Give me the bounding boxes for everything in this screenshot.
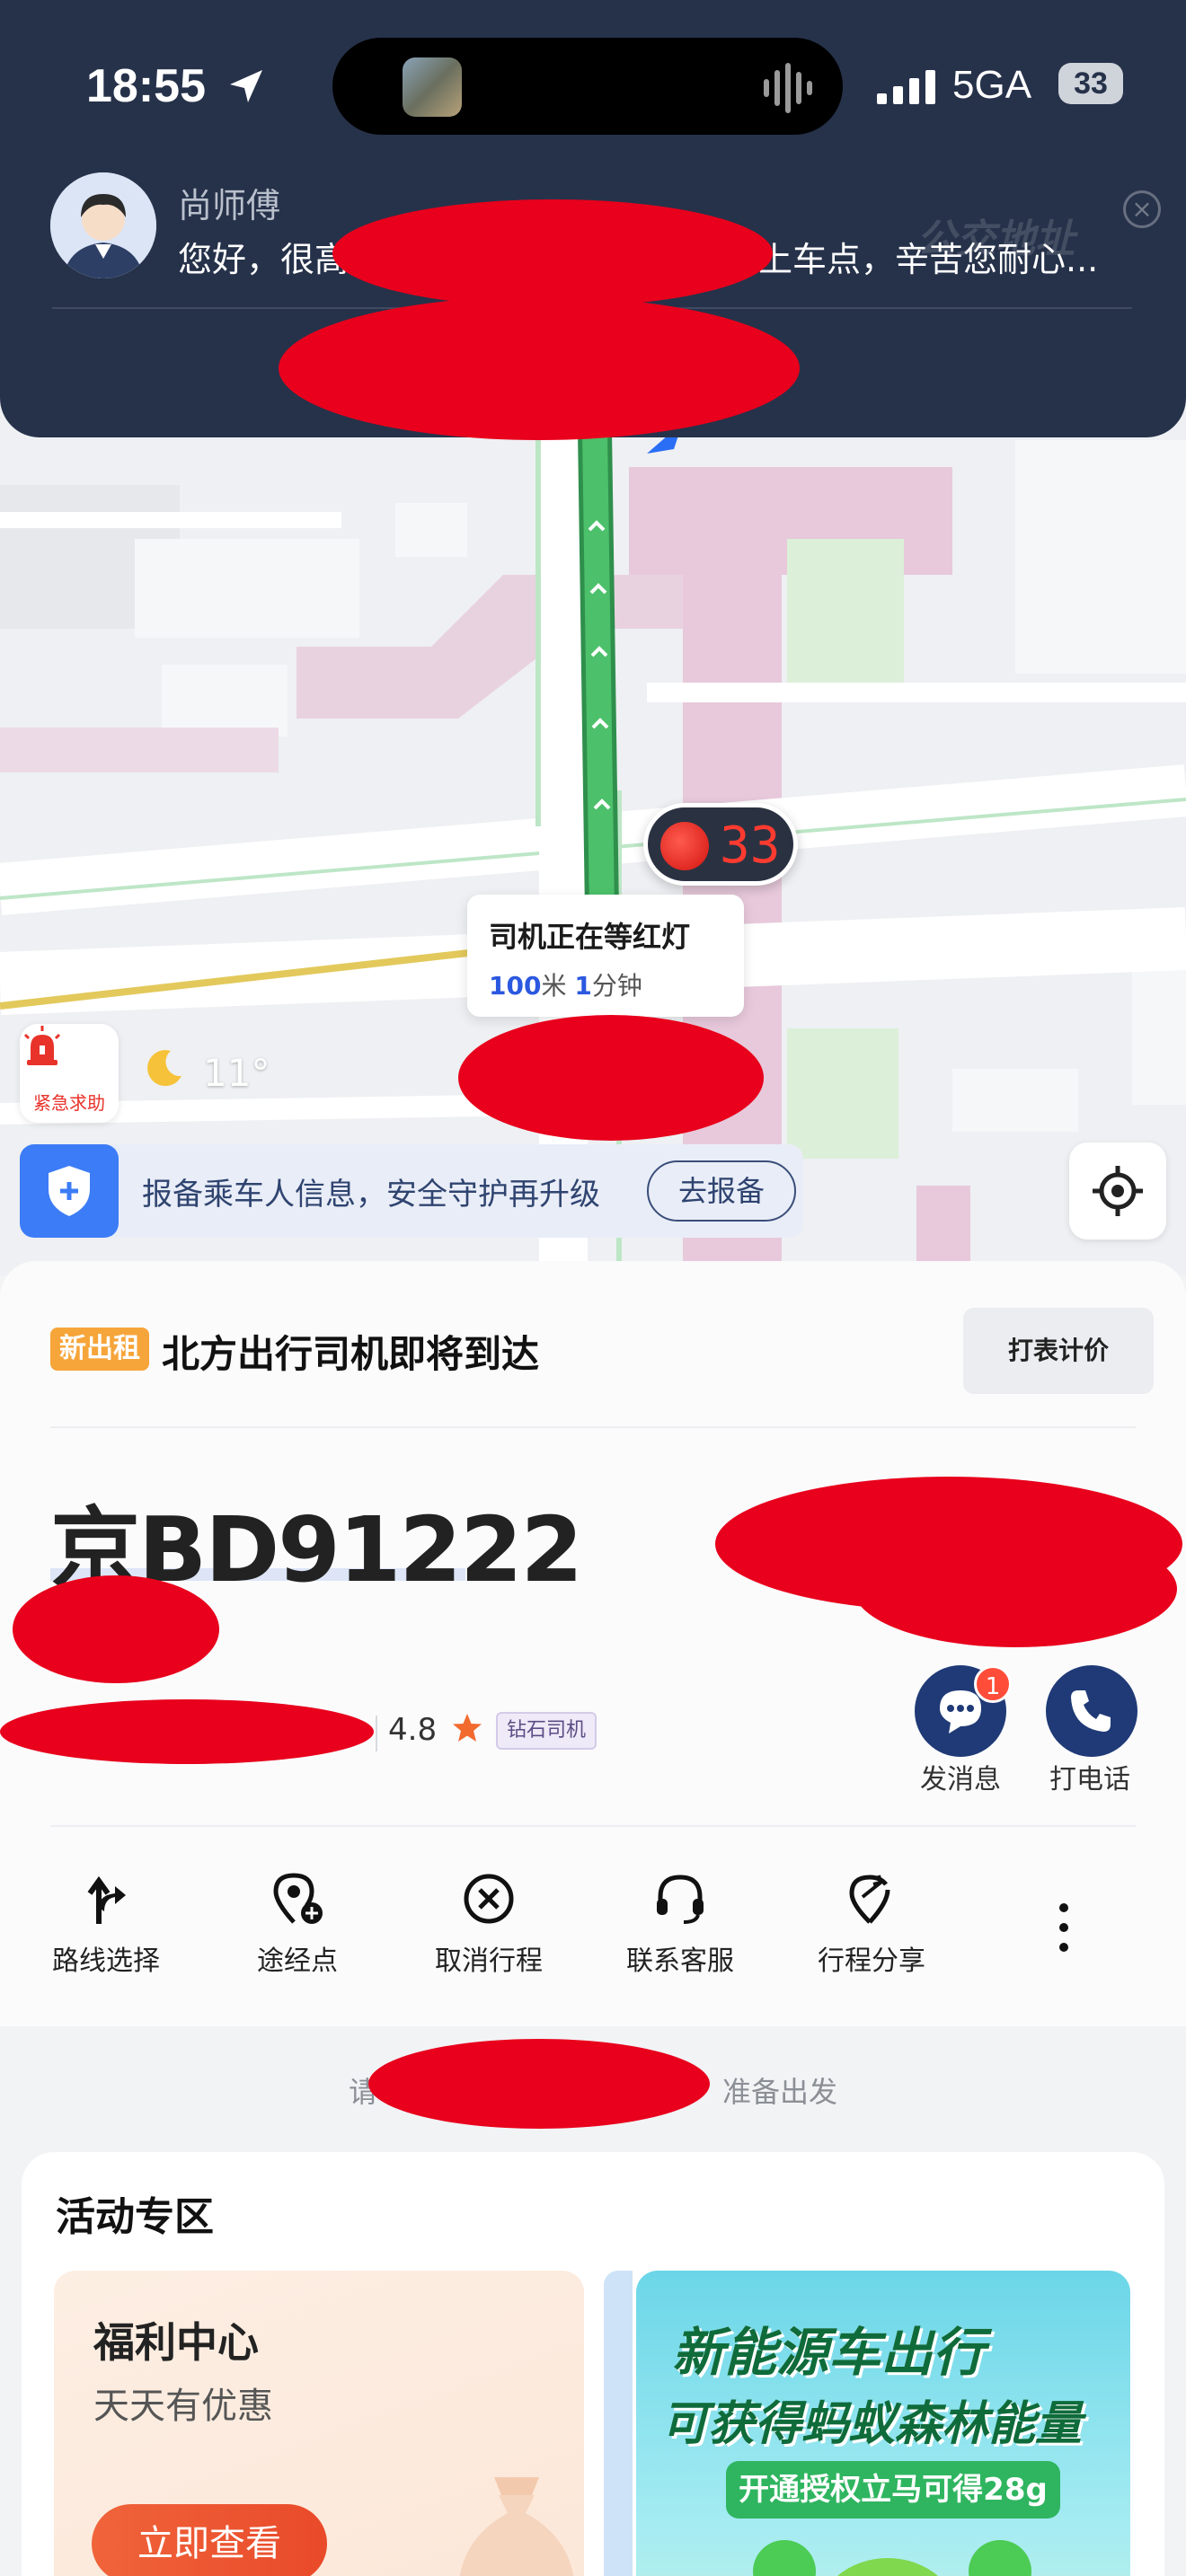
more-icon[interactable] (1053, 1901, 1075, 1954)
action-label: 联系客服 (626, 1945, 734, 1977)
redaction-mark (0, 1699, 374, 1764)
cellular-signal-icon (877, 70, 935, 104)
safety-text: 报备乘车人信息，安全守护再升级 (142, 1177, 600, 1213)
trip-sheet: 新出租 北方出行司机即将到达 打表计价 京BD91222 4.8 钻石司机 1 … (0, 1261, 1186, 2576)
waypoint-icon (273, 1873, 323, 1924)
new-energy-promo-card[interactable]: 新能源车出行 可获得蚂蚁森林能量 开通授权立马可得28g (636, 2271, 1130, 2576)
safety-banner[interactable]: 报备乘车人信息，安全守护再升级 去报备 (20, 1144, 803, 1238)
sos-button[interactable]: 紧急求助 (20, 1024, 119, 1123)
call-button[interactable] (1046, 1665, 1137, 1757)
energy-ball-icon (969, 2540, 1031, 2576)
star-icon (453, 1714, 482, 1742)
redaction-mark (368, 2039, 710, 2129)
customer-service-button[interactable]: 联系客服 (590, 1872, 770, 1978)
divider (50, 1426, 1136, 1428)
cancel-icon (464, 1874, 514, 1924)
dynamic-island[interactable] (332, 38, 843, 135)
welfare-center-card[interactable]: 福利中心 天天有优惠 立即查看 (54, 2271, 584, 2576)
divider (50, 1825, 1136, 1827)
report-button[interactable]: 去报备 (647, 1160, 796, 1222)
carousel-edge (604, 2271, 633, 2576)
redaction-mark (854, 1531, 1177, 1647)
waypoint-button[interactable]: 途经点 (208, 1872, 387, 1978)
headset-icon (657, 1875, 704, 1924)
view-now-button[interactable]: 立即查看 (92, 2504, 327, 2576)
driver-status-text: 司机正在等红灯 (489, 920, 691, 954)
energy-ball-icon (753, 2540, 816, 2576)
redaction-mark (279, 296, 800, 440)
audio-wave-icon (764, 63, 812, 113)
eco-subheadline: 可获得蚂蚁森林能量 (661, 2397, 1083, 2451)
watermark-text: 公交地址 (916, 216, 1075, 262)
cancel-trip-button[interactable]: 取消行程 (399, 1872, 579, 1978)
alarm-icon (23, 1026, 61, 1065)
media-thumbnail (403, 57, 462, 117)
traffic-light-bubble: 33 (643, 803, 798, 886)
crosshair-icon (1093, 1166, 1143, 1216)
sender-name: 尚师傅 (178, 186, 281, 225)
message-label: 发消息 (920, 1764, 1001, 1795)
phone-icon (1071, 1690, 1111, 1732)
unread-badge: 1 (974, 1665, 1012, 1703)
driver-card: 新出租 北方出行司机即将到达 打表计价 京BD91222 4.8 钻石司机 1 … (0, 1261, 1186, 2026)
moon-icon (147, 1050, 181, 1087)
locate-button[interactable] (1069, 1142, 1166, 1239)
action-label: 行程分享 (818, 1945, 925, 1977)
promo-title: 活动专区 (56, 2194, 214, 2240)
redaction-mark (332, 199, 773, 307)
welfare-title: 福利中心 (93, 2318, 259, 2367)
taxi-type-badge: 新出租 (50, 1328, 149, 1371)
eco-authorize-pill[interactable]: 开通授权立马可得28g (726, 2461, 1060, 2519)
driver-rating: 4.8 (388, 1712, 438, 1748)
status-time: 18:55 (86, 60, 206, 112)
location-arrow-icon (230, 70, 262, 102)
redaction-mark (458, 1015, 764, 1141)
action-label: 路线选择 (52, 1945, 160, 1977)
network-type: 5GA (952, 63, 1032, 107)
driver-level-badge: 钻石司机 (496, 1712, 597, 1750)
close-icon[interactable]: × (1123, 190, 1161, 228)
share-icon (849, 1875, 890, 1924)
route-select-button[interactable]: 路线选择 (16, 1872, 196, 1978)
driver-message-banner[interactable]: 18:55 5GA 33 尚师傅 您好，很高 前往上车点，辛苦您耐心... 公交… (0, 0, 1186, 440)
battery-icon: 33 (1058, 63, 1123, 104)
eco-headline: 新能源车出行 (672, 2322, 986, 2383)
route-icon (87, 1875, 126, 1924)
welfare-subtitle: 天天有优惠 (93, 2386, 273, 2427)
redaction-mark (13, 1575, 219, 1683)
meter-fare-button[interactable]: 打表计价 (963, 1308, 1154, 1394)
action-label: 取消行程 (435, 1945, 543, 1977)
driver-avatar (50, 172, 156, 278)
traffic-light-countdown: 33 (720, 816, 781, 875)
action-label: 途经点 (257, 1945, 338, 1977)
red-light-icon (660, 822, 709, 870)
sos-label: 紧急求助 (33, 1092, 105, 1114)
temperature: 11° (203, 1051, 270, 1095)
shield-plus-icon (20, 1144, 119, 1238)
money-bag-icon (459, 2477, 574, 2576)
driver-status-card: 司机正在等红灯 100米 1分钟 (467, 895, 744, 1017)
distance-eta: 100米 1分钟 (489, 971, 642, 1001)
share-trip-button[interactable]: 行程分享 (782, 1872, 961, 1978)
divider (376, 1716, 377, 1751)
arrival-title: 北方出行司机即将到达 (162, 1332, 540, 1376)
energy-ball-icon (816, 2558, 960, 2576)
call-label: 打电话 (1049, 1764, 1130, 1795)
promo-section: 活动专区 福利中心 天天有优惠 立即查看 新能源车出行 可获得蚂蚁森林能量 开通… (22, 2152, 1164, 2576)
